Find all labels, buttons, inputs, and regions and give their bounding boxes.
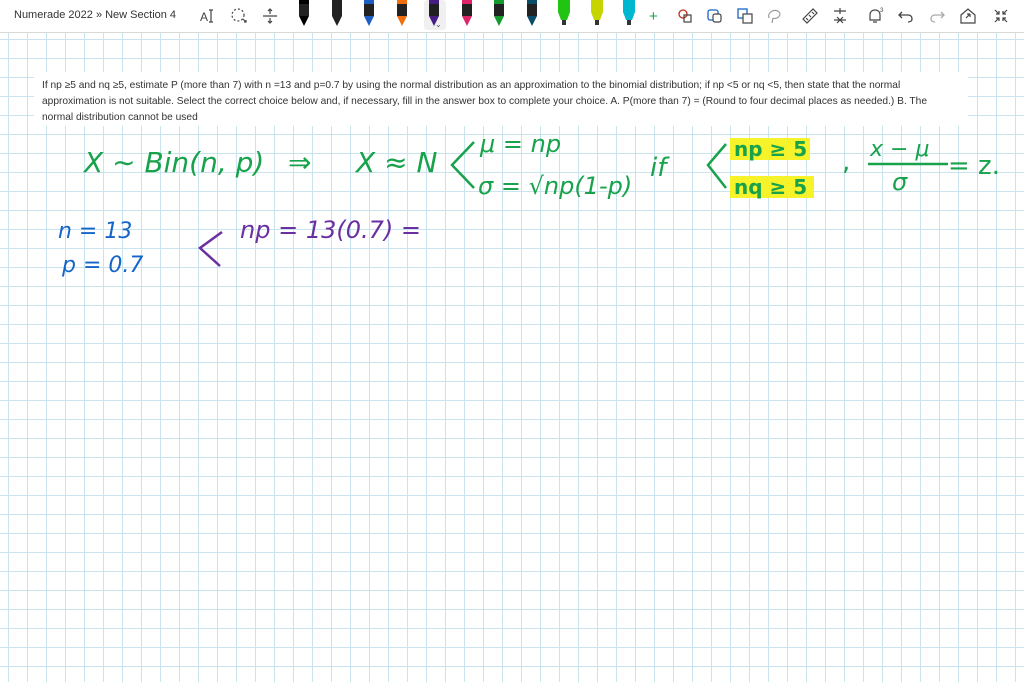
pen-color-1[interactable] — [297, 0, 311, 30]
ink-to-text-icon[interactable] — [705, 6, 725, 26]
pen-color-10[interactable] — [590, 0, 604, 30]
notification-icon[interactable]: 3 — [865, 6, 885, 26]
share-icon[interactable] — [958, 6, 978, 26]
breadcrumb[interactable]: Numerade 2022 » New Section 4 — [14, 9, 176, 21]
lasso-select-icon[interactable] — [765, 6, 785, 26]
pen-color-6[interactable] — [460, 0, 474, 30]
pen-color-8[interactable] — [525, 0, 539, 30]
pen-color-7[interactable] — [492, 0, 506, 30]
add-pen-icon[interactable]: + — [645, 6, 665, 26]
svg-text:3: 3 — [880, 8, 884, 14]
svg-text:+: + — [649, 8, 658, 25]
pen-color-9[interactable] — [557, 0, 571, 30]
svg-text:A: A — [200, 10, 208, 24]
undo-icon[interactable] — [896, 6, 916, 26]
question-text: If np ≥5 and nq ≥5, estimate P (more tha… — [34, 72, 968, 126]
pen-color-11[interactable] — [622, 0, 636, 30]
ink-toolbar: Numerade 2022 » New Section 4 A ⌄ + 3 — [0, 0, 1024, 33]
chevron-down-icon[interactable]: ⌄ — [435, 20, 442, 29]
collapse-icon[interactable] — [991, 6, 1011, 26]
note-canvas[interactable] — [0, 33, 1024, 682]
math-icon[interactable] — [830, 6, 850, 26]
ink-to-shape-icon[interactable] — [675, 6, 695, 26]
ink-to-math-icon[interactable] — [735, 6, 755, 26]
pen-color-2[interactable] — [330, 0, 344, 30]
pen-color-4[interactable] — [395, 0, 409, 30]
text-select-icon[interactable]: A — [198, 6, 218, 26]
pen-color-3[interactable] — [362, 0, 376, 30]
ruler-icon[interactable] — [800, 6, 820, 26]
insert-space-icon[interactable] — [260, 6, 280, 26]
lasso-icon[interactable] — [229, 6, 249, 26]
redo-icon[interactable] — [927, 6, 947, 26]
